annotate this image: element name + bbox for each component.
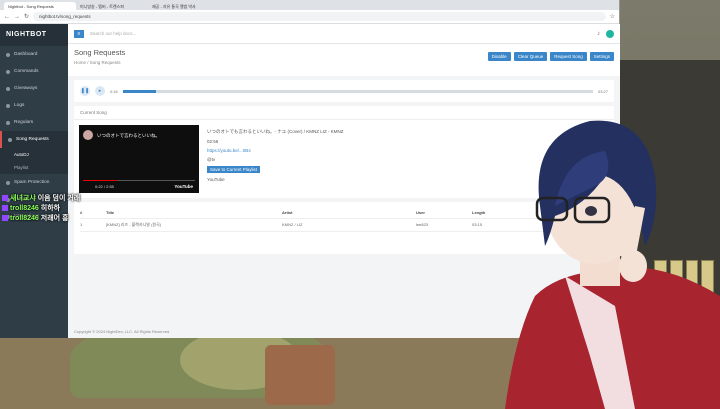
settings-button[interactable]: Settings	[589, 52, 614, 61]
skip-button[interactable]: ▸	[95, 86, 105, 96]
reload-icon[interactable]: ↻	[24, 13, 29, 20]
search-input[interactable]: Search our help docs...	[90, 31, 591, 36]
browser-tab[interactable]: Nightbot - Song Requests	[4, 2, 76, 10]
progress-bar[interactable]	[122, 89, 593, 93]
badge-icon	[2, 205, 8, 212]
shield-icon	[6, 180, 10, 185]
sidebar-item-giveaways[interactable]: Giveaways	[0, 80, 68, 97]
badge-icon	[2, 195, 8, 202]
youtube-logo: YouTube	[174, 184, 193, 189]
music-icon	[8, 137, 12, 142]
total-time: 03:27	[597, 88, 608, 94]
disable-button[interactable]: Disable	[487, 52, 511, 61]
sidebar: NIGHTBOT Dashboard Commands Giveaways Lo…	[0, 24, 68, 338]
back-icon[interactable]: ←	[4, 14, 10, 20]
page-header: Song Requests Home / Song Requests Disab…	[68, 44, 620, 76]
sidebar-item-dashboard[interactable]: Dashboard	[0, 46, 68, 63]
song-duration: 02:56	[207, 139, 219, 144]
video-embed[interactable]: いつのオトで言わるといいね。 0:22 / 2:55 YouTube	[79, 125, 199, 193]
topbar: ≡ Search our help docs... ♪	[68, 24, 620, 44]
badge-icon	[2, 215, 8, 222]
channel-avatar	[83, 130, 93, 140]
song-meta: いつのオトでも言わるといいね。- ナユ (Cover) / KMNZ LIZ -…	[207, 125, 344, 193]
save-playlist-button[interactable]: Save to Current Playlist	[207, 166, 261, 173]
browser-tab[interactable]: 미니방송 - 멤버 - 트랜스퍼	[76, 2, 148, 10]
browser-tab[interactable]: 제공 - 자유 통곡 앨범 박사	[148, 2, 220, 10]
logo: NIGHTBOT	[0, 24, 68, 46]
song-requester: @tv	[207, 157, 216, 162]
song-link[interactable]: https://youtu.be/...0B4	[207, 148, 344, 153]
pause-button[interactable]: ❚❚	[80, 86, 90, 96]
sidebar-item-regulars[interactable]: Regulars	[0, 114, 68, 131]
avatar[interactable]	[606, 29, 614, 38]
sidebar-item-song-requests[interactable]: Song Requests	[0, 131, 68, 148]
song-title: いつのオトでも言わるといいね。- ナユ (Cover) / KMNZ LIZ -…	[207, 129, 344, 134]
song-source: YouTube	[207, 177, 225, 182]
gift-icon	[6, 86, 10, 91]
footer: Copyright © 2024 NightDev, LLC. All Righ…	[74, 329, 171, 334]
chat-message: 새녀교샤 이음 덤이 거래	[2, 194, 80, 204]
clear-queue-button[interactable]: Clear Queue	[513, 52, 548, 61]
commands-icon	[6, 69, 10, 74]
sidebar-item-spam-protection[interactable]: Spam Protection	[0, 174, 68, 191]
request-song-button[interactable]: Request Song	[550, 52, 587, 61]
users-icon	[6, 120, 10, 125]
forward-icon[interactable]: →	[14, 14, 20, 20]
logs-icon	[6, 103, 10, 108]
video-title: いつのオトで言わるといいね。	[97, 133, 160, 138]
sidebar-item-commands[interactable]: Commands	[0, 63, 68, 80]
dashboard-icon	[6, 52, 10, 57]
header-actions: Disable Clear Queue Request Song Setting…	[487, 52, 614, 61]
sidebar-sub-playlist[interactable]: Playlist	[0, 161, 68, 174]
bell-icon[interactable]: ♪	[597, 31, 600, 37]
sidebar-item-logs[interactable]: Logs	[0, 97, 68, 114]
browser-tabs: Nightbot - Song Requests 미니방송 - 멤버 - 트랜스…	[0, 0, 619, 10]
url-input[interactable]: nightbot.tv/song_requests	[33, 12, 606, 21]
menu-toggle-button[interactable]: ≡	[74, 29, 84, 38]
chat-overlay: 새녀교샤 이음 덤이 거래 troll8246 히하하 troll8246 저래…	[2, 194, 80, 224]
video-progress[interactable]	[83, 180, 195, 181]
elapsed-time: 0:16	[110, 88, 118, 94]
address-bar: ← → ↻ nightbot.tv/song_requests ☆	[0, 10, 619, 24]
plant-pot	[265, 345, 335, 405]
video-time: 0:22 / 2:55	[95, 184, 114, 189]
star-icon[interactable]: ☆	[610, 13, 615, 20]
chat-message: troll8246 저래어 흥	[2, 214, 80, 224]
vtuber-avatar	[505, 120, 720, 409]
chat-message: troll8246 히하하	[2, 204, 80, 214]
sidebar-sub-autodj[interactable]: AutoDJ	[0, 148, 68, 161]
progress-fill	[122, 89, 156, 93]
